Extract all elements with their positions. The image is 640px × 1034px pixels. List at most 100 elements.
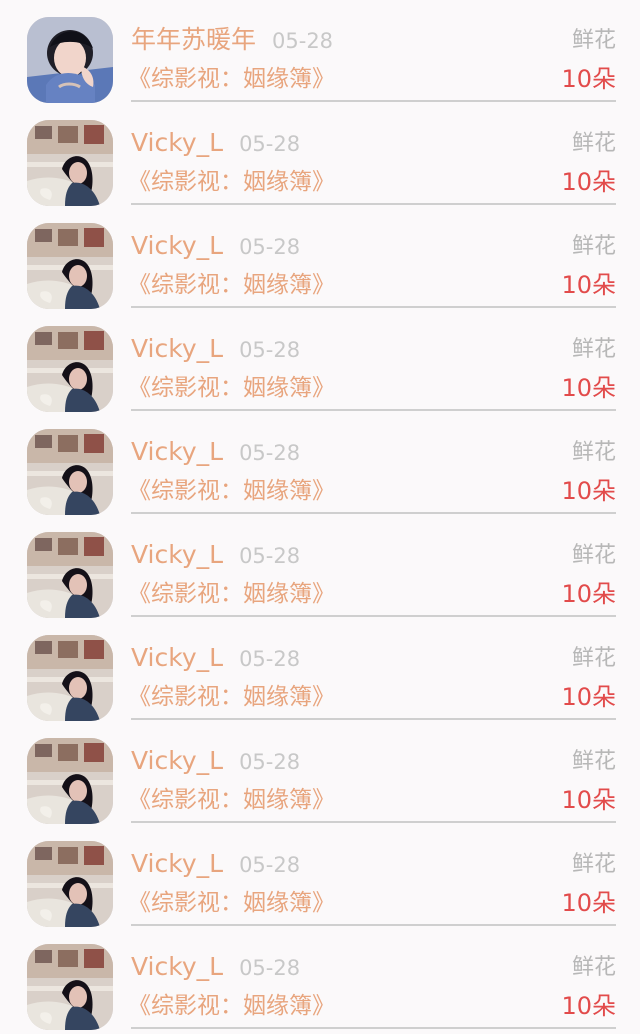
work-title[interactable]: 《综影视：姻缘簿》 [128, 887, 335, 919]
divider [131, 718, 616, 720]
divider [131, 100, 616, 102]
work-title[interactable]: 《综影视：姻缘簿》 [128, 681, 335, 713]
user-name[interactable]: Vicky_L [131, 952, 223, 981]
list-item[interactable]: Vicky_L 05-28 鲜花 《综影视：姻缘簿》 10朵 [0, 927, 640, 1030]
gift-date: 05-28 [239, 853, 301, 877]
user-name[interactable]: Vicky_L [131, 540, 223, 569]
gift-date: 05-28 [239, 235, 301, 259]
gift-record-list: 年年苏暖年 05-28 鲜花 《综影视：姻缘簿》 10朵 Vicky_L 05-28… [0, 0, 640, 1034]
divider [131, 821, 616, 823]
user-name[interactable]: Vicky_L [131, 128, 223, 157]
user-name-line: Vicky_L 05-28 [131, 127, 300, 160]
user-name[interactable]: Vicky_L [131, 643, 223, 672]
user-name-line: Vicky_L 05-28 [131, 333, 300, 366]
divider [131, 924, 616, 926]
gift-type: 鲜花 [571, 646, 616, 671]
gift-date: 05-28 [239, 441, 301, 465]
gift-count: 10朵 [561, 889, 616, 917]
user-name[interactable]: Vicky_L [131, 231, 223, 260]
avatar[interactable] [27, 17, 113, 103]
avatar[interactable] [27, 120, 113, 206]
gift-count: 10朵 [561, 683, 616, 711]
list-item[interactable]: Vicky_L 05-28 鲜花 《综影视：姻缘簿》 10朵 [0, 309, 640, 412]
avatar[interactable] [27, 841, 113, 927]
gift-type: 鲜花 [571, 749, 616, 774]
gift-date: 05-28 [239, 544, 301, 568]
divider [131, 306, 616, 308]
avatar[interactable] [27, 635, 113, 721]
gift-count: 10朵 [561, 580, 616, 608]
list-item[interactable]: Vicky_L 05-28 鲜花 《综影视：姻缘簿》 10朵 [0, 618, 640, 721]
gift-type: 鲜花 [571, 131, 616, 156]
avatar[interactable] [27, 326, 113, 412]
gift-date: 05-28 [239, 956, 301, 980]
list-item[interactable]: Vicky_L 05-28 鲜花 《综影视：姻缘簿》 10朵 [0, 206, 640, 309]
woman-portrait-icon [27, 17, 113, 103]
divider [131, 409, 616, 411]
list-item[interactable]: Vicky_L 05-28 鲜花 《综影视：姻缘簿》 10朵 [0, 412, 640, 515]
list-item[interactable]: Vicky_L 05-28 鲜花 《综影视：姻缘簿》 10朵 [0, 721, 640, 824]
avatar[interactable] [27, 738, 113, 824]
user-name[interactable]: 年年苏暖年 [131, 25, 256, 54]
gift-count: 10朵 [561, 168, 616, 196]
gift-date: 05-28 [239, 647, 301, 671]
woman-room-portrait-icon [27, 223, 113, 309]
divider [131, 615, 616, 617]
user-name[interactable]: Vicky_L [131, 746, 223, 775]
gift-count: 10朵 [561, 477, 616, 505]
woman-room-portrait-icon [27, 429, 113, 515]
list-item[interactable]: Vicky_L 05-28 鲜花 《综影视：姻缘簿》 10朵 [0, 515, 640, 618]
work-title[interactable]: 《综影视：姻缘簿》 [128, 990, 335, 1022]
woman-room-portrait-icon [27, 841, 113, 927]
list-item[interactable]: 年年苏暖年 05-28 鲜花 《综影视：姻缘簿》 10朵 [0, 0, 640, 103]
user-name-line: 年年苏暖年 05-28 [131, 24, 333, 57]
work-title[interactable]: 《综影视：姻缘簿》 [128, 578, 335, 610]
woman-room-portrait-icon [27, 738, 113, 824]
user-name-line: Vicky_L 05-28 [131, 848, 300, 881]
work-title[interactable]: 《综影视：姻缘簿》 [128, 784, 335, 816]
work-title[interactable]: 《综影视：姻缘簿》 [128, 269, 335, 301]
work-title[interactable]: 《综影视：姻缘簿》 [128, 475, 335, 507]
woman-room-portrait-icon [27, 532, 113, 618]
list-item[interactable]: Vicky_L 05-28 鲜花 《综影视：姻缘簿》 10朵 [0, 103, 640, 206]
user-name-line: Vicky_L 05-28 [131, 745, 300, 778]
gift-date: 05-28 [239, 132, 301, 156]
divider [131, 203, 616, 205]
gift-type: 鲜花 [571, 543, 616, 568]
gift-count: 10朵 [561, 271, 616, 299]
avatar[interactable] [27, 429, 113, 515]
user-name-line: Vicky_L 05-28 [131, 951, 300, 984]
gift-type: 鲜花 [571, 28, 616, 53]
gift-type: 鲜花 [571, 852, 616, 877]
user-name[interactable]: Vicky_L [131, 437, 223, 466]
woman-room-portrait-icon [27, 944, 113, 1030]
user-name-line: Vicky_L 05-28 [131, 539, 300, 572]
woman-room-portrait-icon [27, 326, 113, 412]
woman-room-portrait-icon [27, 635, 113, 721]
user-name-line: Vicky_L 05-28 [131, 642, 300, 675]
gift-date: 05-28 [239, 338, 301, 362]
work-title[interactable]: 《综影视：姻缘簿》 [128, 166, 335, 198]
gift-count: 10朵 [561, 65, 616, 93]
divider [131, 1027, 616, 1029]
gift-type: 鲜花 [571, 234, 616, 259]
avatar[interactable] [27, 944, 113, 1030]
woman-room-portrait-icon [27, 120, 113, 206]
gift-type: 鲜花 [571, 955, 616, 980]
gift-count: 10朵 [561, 374, 616, 402]
work-title[interactable]: 《综影视：姻缘簿》 [128, 63, 335, 95]
user-name[interactable]: Vicky_L [131, 334, 223, 363]
avatar[interactable] [27, 223, 113, 309]
list-item[interactable]: Vicky_L 05-28 鲜花 《综影视：姻缘簿》 10朵 [0, 824, 640, 927]
gift-date: 05-28 [239, 750, 301, 774]
gift-date: 05-28 [272, 29, 334, 53]
gift-count: 10朵 [561, 992, 616, 1020]
avatar[interactable] [27, 532, 113, 618]
gift-type: 鲜花 [571, 440, 616, 465]
user-name-line: Vicky_L 05-28 [131, 436, 300, 469]
gift-count: 10朵 [561, 786, 616, 814]
work-title[interactable]: 《综影视：姻缘簿》 [128, 372, 335, 404]
divider [131, 512, 616, 514]
gift-type: 鲜花 [571, 337, 616, 362]
user-name[interactable]: Vicky_L [131, 849, 223, 878]
